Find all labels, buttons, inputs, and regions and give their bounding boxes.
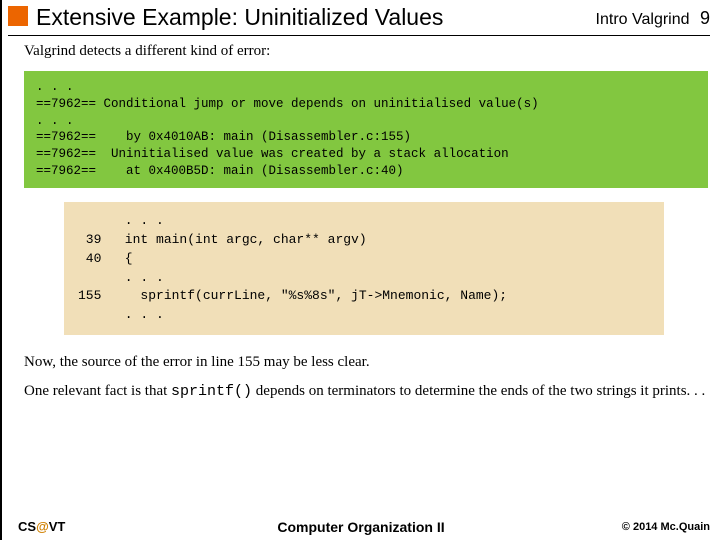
footer-vt: VT: [49, 519, 66, 534]
footer-right: © 2014 Mc.Quain: [622, 521, 710, 533]
header-rule: [8, 35, 710, 36]
footer-center: Computer Organization II: [277, 519, 444, 535]
explain-para-1: Now, the source of the error in line 155…: [24, 353, 708, 372]
accent-square-icon: [8, 6, 28, 26]
course-label: Intro Valgrind: [596, 11, 690, 28]
page-number: 9: [700, 8, 710, 28]
footer-cs: CS: [18, 519, 36, 534]
header-bar: Extensive Example: Uninitialized Values …: [2, 0, 720, 33]
slide: Extensive Example: Uninitialized Values …: [0, 0, 720, 540]
slide-meta: Intro Valgrind 9: [596, 8, 710, 29]
valgrind-output-block: . . . ==7962== Conditional jump or move …: [24, 71, 708, 188]
footer-left: CS@VT: [18, 519, 65, 534]
sprintf-code: sprintf(): [171, 383, 252, 400]
para3-part-b: depends on terminators to determine the …: [252, 383, 705, 399]
at-icon: @: [36, 519, 49, 534]
para3-part-a: One relevant fact is that: [24, 383, 171, 399]
explain-para-2: One relevant fact is that sprintf() depe…: [24, 382, 708, 402]
footer: CS@VT Computer Organization II © 2014 Mc…: [2, 519, 720, 534]
source-code-block: . . . 39 int main(int argc, char** argv)…: [64, 202, 664, 335]
slide-title: Extensive Example: Uninitialized Values: [36, 4, 596, 31]
slide-body: Valgrind detects a different kind of err…: [2, 42, 720, 402]
intro-text: Valgrind detects a different kind of err…: [24, 42, 708, 61]
